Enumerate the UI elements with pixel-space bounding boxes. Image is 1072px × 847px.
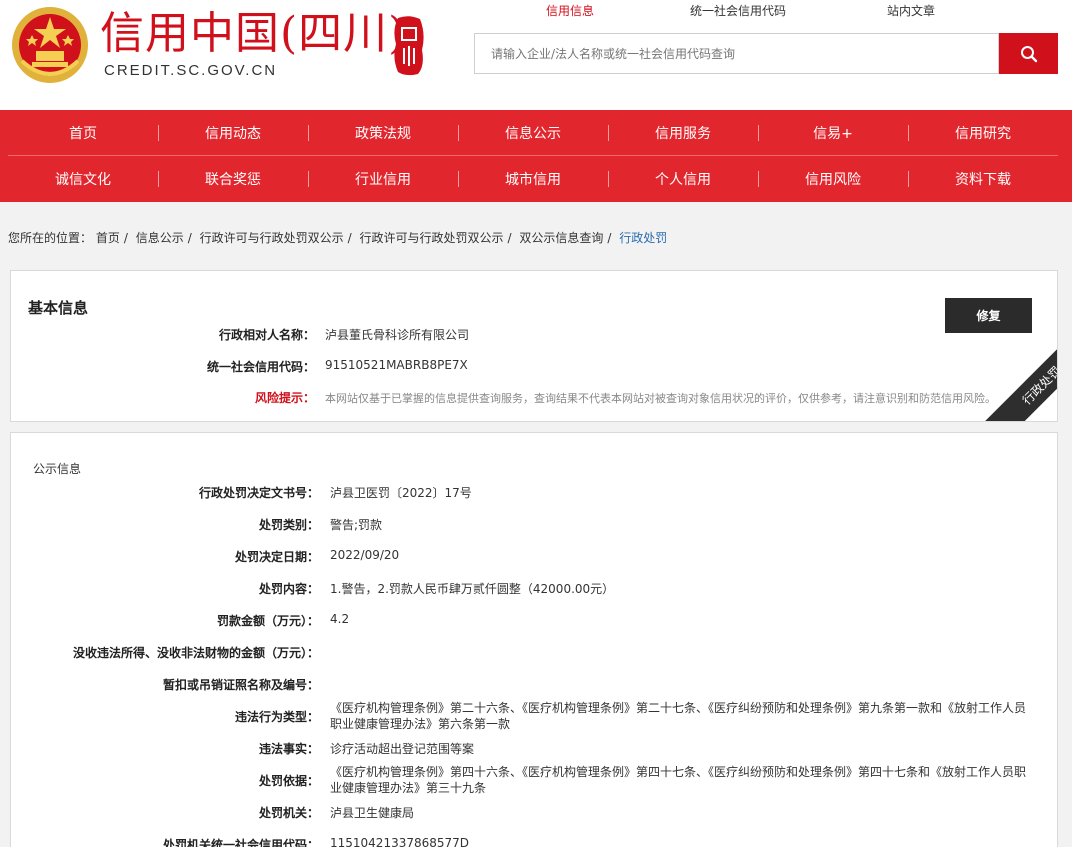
field-value: 《医疗机构管理条例》第二十六条、《医疗机构管理条例》第二十七条、《医疗纠纷预防和… [330,701,1027,731]
field-label: 处罚机关统一社会信用代码： [162,838,319,847]
search-icon [1020,45,1037,62]
basic-info-title: 基本信息 [28,299,89,317]
field-label: 暂扣或吊销证照名称及编号： [162,678,319,692]
national-emblem-icon [12,7,88,83]
nav-item-city-credit[interactable]: 城市信用 [458,156,608,202]
breadcrumb-item-double-publicity[interactable]: 行政许可与行政处罚双公示 [200,231,344,245]
search-button[interactable] [999,33,1058,74]
field-label: 没收违法所得、没收非法财物的金额（万元）： [72,646,319,660]
field-value: 泸县卫生健康局 [330,806,415,820]
field-label: 处罚类别： [258,518,319,532]
basic-info-card: 基本信息 修复 行政处罚 行政相对人名称： 泸县董氏骨科诊所有限公司 统一社会信… [10,270,1058,422]
risk-text: 本网站仅基于已掌握的信息提供查询服务，查询结果不代表本网站对被查询对象信用状况的… [325,392,996,405]
breadcrumb-item-home[interactable]: 首页 [96,231,120,245]
field-value: 91510521MABRB8PE7X [325,358,468,372]
field-label: 违法行为类型： [234,710,319,724]
nav-item-integrity-culture[interactable]: 诚信文化 [8,156,158,202]
nav-row-2: 诚信文化 联合奖惩 行业信用 城市信用 个人信用 信用风险 资料下载 [8,156,1058,202]
field-value: 诊疗活动超出登记范围等案 [330,742,475,756]
nav-item-downloads[interactable]: 资料下载 [908,156,1058,202]
nav-item-personal-credit[interactable]: 个人信用 [608,156,758,202]
top-link-credit-code[interactable]: 统一社会信用代码 [690,2,786,19]
nav-item-info-publicity[interactable]: 信息公示 [458,110,608,156]
nav-item-credit-risk[interactable]: 信用风险 [758,156,908,202]
risk-label: 风险提示： [254,391,315,405]
nav-item-credit-news[interactable]: 信用动态 [158,110,308,156]
search-input[interactable] [474,33,999,74]
field-label: 罚款金额（万元）： [216,614,319,628]
nav-item-joint-rewards[interactable]: 联合奖惩 [158,156,308,202]
field-value: 1.警告，2.罚款人民币肆万贰仟圆整（42000.00元） [330,582,615,596]
breadcrumb-item-info-publicity[interactable]: 信息公示 [136,231,184,245]
nav-item-home[interactable]: 首页 [8,110,158,156]
breadcrumb-current: 行政处罚 [619,231,668,245]
breadcrumb-item-query[interactable]: 双公示信息查询 [519,231,603,245]
top-link-site-articles[interactable]: 站内文章 [887,2,935,19]
field-value: 泸县卫医罚〔2022〕17号 [330,486,472,500]
field-label: 违法事实： [258,742,319,756]
nav-item-credit-research[interactable]: 信用研究 [908,110,1058,156]
breadcrumb-item-double-publicity-2[interactable]: 行政许可与行政处罚双公示 [360,231,504,245]
nav-item-industry-credit[interactable]: 行业信用 [308,156,458,202]
field-value: 11510421337868577D [330,836,470,847]
field-value: 泸县董氏骨科诊所有限公司 [325,328,470,342]
penalty-ribbon: 行政处罚 [978,322,1057,421]
breadcrumb: 您所在的位置： 首页 / 信息公示 / 行政许可与行政处罚双公示 / 行政许可与行政处… [8,231,668,245]
public-info-card: 公示信息 行政处罚决定文书号： 泸县卫医罚〔2022〕17号 处罚类别： 警告;… [10,432,1058,847]
repair-button[interactable]: 修复 [945,298,1032,333]
field-value: 4.2 [330,612,350,626]
main-nav: 首页 信用动态 政策法规 信息公示 信用服务 信易+ 信用研究 诚信文化 联合奖… [0,110,1072,202]
field-label: 行政处罚决定文书号： [198,486,319,500]
field-value: 2022/09/20 [330,548,400,562]
nav-row-1: 首页 信用动态 政策法规 信息公示 信用服务 信易+ 信用研究 [8,110,1058,156]
site-header: 信用中国(四川) CREDIT.SC.GOV.CN 信用信息 统一社会信用代码 … [0,0,1072,110]
field-label: 处罚决定日期： [234,550,319,564]
nav-item-xinyi-plus[interactable]: 信易+ [758,110,908,156]
top-links: 信用信息 统一社会信用代码 站内文章 [520,2,990,20]
field-label: 处罚内容： [258,582,319,596]
field-label: 统一社会信用代码： [206,360,315,374]
breadcrumb-prefix: 您所在的位置： [8,231,93,245]
field-label: 行政相对人名称： [218,328,315,342]
field-label: 处罚机关： [258,806,319,820]
field-label: 处罚依据： [258,774,319,788]
site-title: 信用中国(四川) [100,8,407,59]
nav-item-credit-service[interactable]: 信用服务 [608,110,758,156]
site-domain: CREDIT.SC.GOV.CN [104,62,278,79]
sichuan-seal-icon [394,16,424,76]
field-value: 警告;罚款 [330,518,383,532]
top-link-credit-info[interactable]: 信用信息 [546,2,594,19]
field-value: 《医疗机构管理条例》第四十六条、《医疗机构管理条例》第四十七条、《医疗纠纷预防和… [330,765,1027,795]
nav-item-policy[interactable]: 政策法规 [308,110,458,156]
public-info-title: 公示信息 [33,462,82,476]
